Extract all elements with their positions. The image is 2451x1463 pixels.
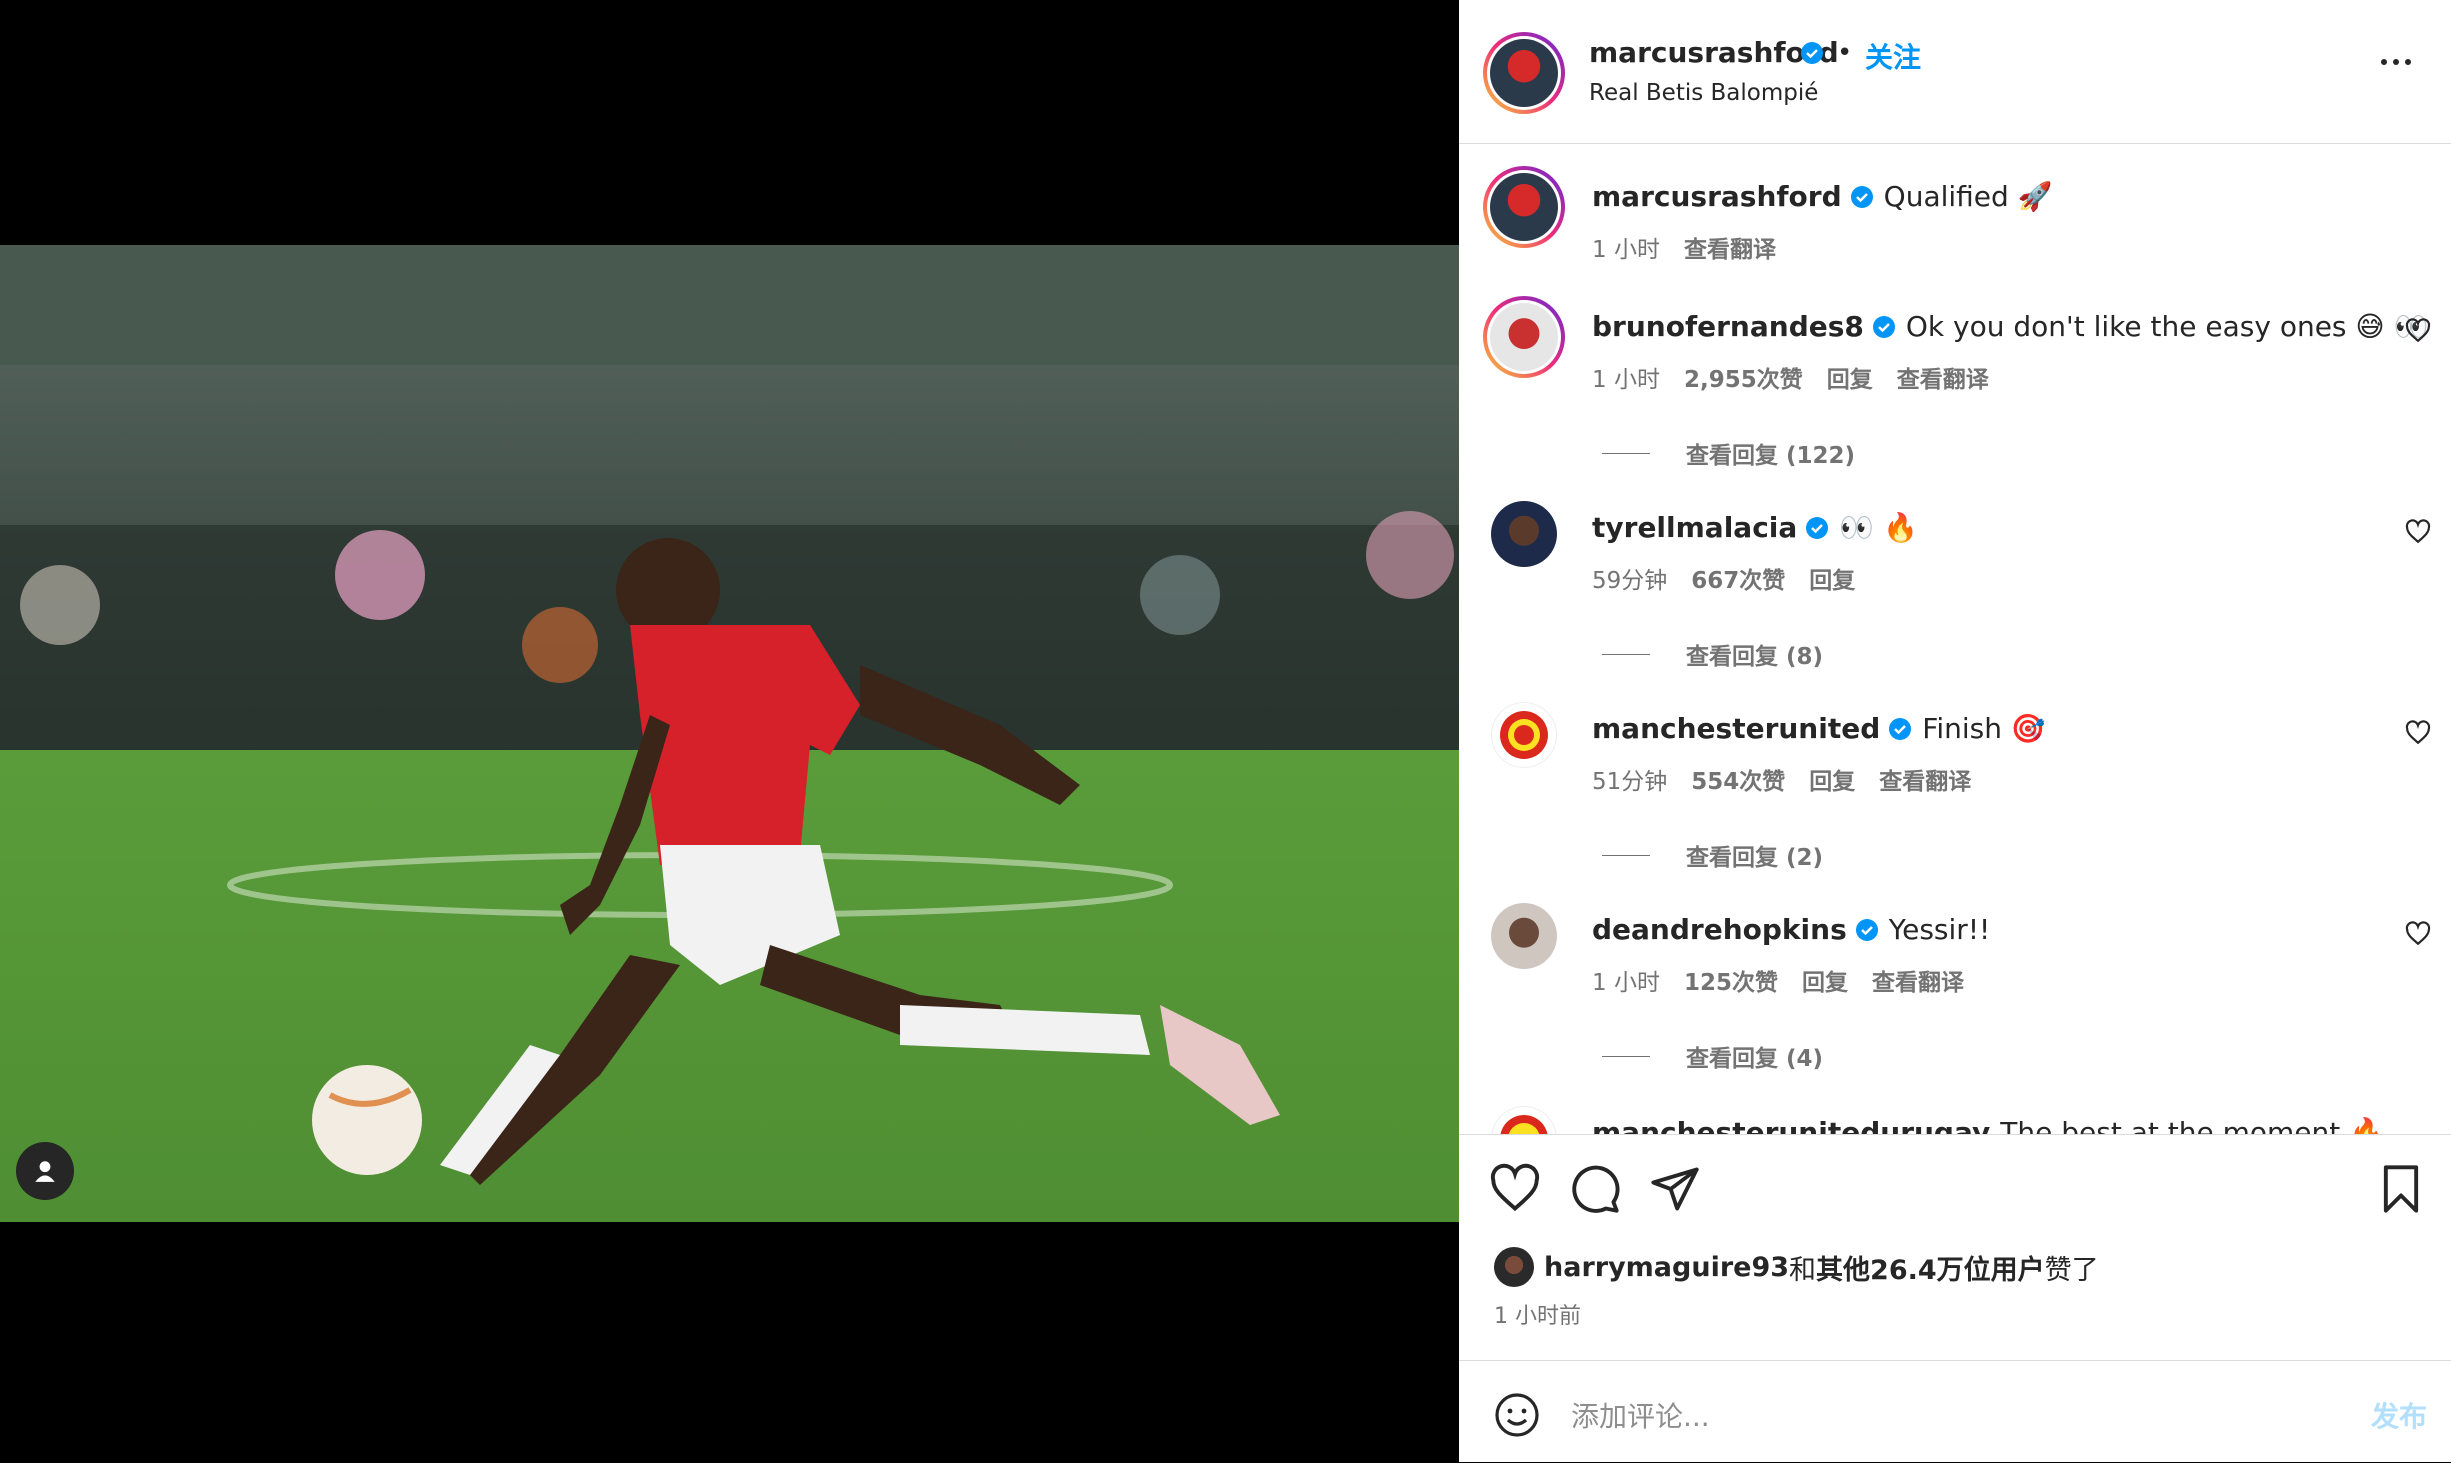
comment-likes[interactable]: 2,955次赞 [1684,367,1803,393]
reply-button[interactable]: 回复 [1802,970,1848,996]
share-send-icon[interactable] [1649,1163,1701,1215]
comments-list[interactable]: marcusrashford Qualified 🚀 1 小时 查看翻译 bruno… [1459,144,2451,1134]
comment-avatar[interactable] [1491,702,1557,768]
like-heart-icon[interactable] [1489,1163,1541,1215]
liker-username[interactable]: harrymaguire93 [1544,1252,1789,1283]
comment-username[interactable]: manchesterunitedurugay [1592,1116,1990,1134]
follow-button[interactable]: 关注 [1865,36,1921,76]
comment-username[interactable]: manchesterunited [1592,712,1880,745]
comment-likes[interactable]: 667次赞 [1691,568,1785,594]
reply-button[interactable]: 回复 [1809,568,1855,594]
more-dot-icon [2381,59,2387,65]
author-avatar[interactable] [1483,32,1565,114]
verified-icon [1850,186,1873,208]
like-comment-heart-icon[interactable] [2405,921,2431,947]
club-crest-icon [1500,1115,1548,1134]
verified-icon [1889,718,1912,740]
translate-link[interactable]: 查看翻译 [1879,769,1971,795]
like-comment-heart-icon[interactable] [2405,519,2431,545]
comment-text: Yessir!! [1888,913,1991,946]
comment-input[interactable]: 添加评论... [1571,1395,1710,1435]
emoji-icon[interactable] [1493,1391,1541,1439]
post-panel: marcusrashford • 关注 Real Betis Balompié … [1459,0,2451,1462]
post-header: marcusrashford • 关注 Real Betis Balompié [1459,0,2451,144]
club-crest-icon [1500,711,1548,759]
verified-icon [1801,42,1823,64]
save-bookmark-icon[interactable] [2375,1163,2427,1215]
caption-translate-link[interactable]: 查看翻译 [1684,237,1776,263]
tag-user-button[interactable] [16,1142,74,1200]
liker-avatar [1494,1247,1534,1287]
post-location[interactable]: Real Betis Balompié [1589,80,1818,106]
caption-username[interactable]: marcusrashford [1592,180,1842,213]
add-comment-bar: 添加评论... 发布 [1459,1360,2451,1463]
caption-avatar[interactable] [1483,166,1565,248]
like-comment-heart-icon[interactable] [2405,318,2431,344]
verified-icon [1806,517,1829,539]
comment-likes[interactable]: 125次赞 [1684,970,1778,996]
likes-others[interactable]: 其他26.4万位用户 [1816,1248,2045,1287]
separator-dot: • [1837,38,1853,68]
caption-text: Qualified 🚀 [1883,180,2053,213]
comment-text: The best at the moment 🔥 [2000,1116,2384,1134]
comment-text: Finish 🎯 [1922,712,2046,745]
post-comment-button[interactable]: 发布 [2371,1395,2427,1435]
more-options-button[interactable] [2381,52,2421,72]
comment-likes[interactable]: 554次赞 [1691,769,1785,795]
comment-avatar[interactable] [1483,296,1565,378]
comment-text: Ok you don't like the easy ones 😅 👀 [1905,310,2429,343]
comment-text: 👀 🔥 [1839,511,1918,544]
comment-avatar[interactable] [1491,1106,1557,1134]
comment-avatar[interactable] [1491,501,1557,567]
verified-icon [1872,316,1895,338]
comment-bubble-icon[interactable] [1569,1163,1621,1215]
caption-time[interactable]: 1 小时 [1592,237,1660,263]
post-photo[interactable] [0,245,1459,1222]
comment-avatar[interactable] [1491,903,1557,969]
comment-username[interactable]: tyrellmalacia [1592,511,1797,544]
comment-username[interactable]: deandrehopkins [1592,913,1847,946]
user-icon [35,1161,55,1182]
comment-time[interactable]: 51分钟 [1592,769,1667,795]
translate-link[interactable]: 查看翻译 [1872,970,1964,996]
translate-link[interactable]: 查看翻译 [1897,367,1989,393]
likes-summary[interactable]: harrymaguire93 和其他26.4万位用户 赞了 [1494,1247,2099,1287]
comment-time[interactable]: 1 小时 [1592,970,1660,996]
post-timestamp[interactable]: 1 小时前 [1494,1298,1581,1330]
view-replies-button[interactable]: 查看回复 (122) [1602,436,1855,470]
comment-username[interactable]: brunofernandes8 [1592,310,1864,343]
view-replies-button[interactable]: 查看回复 (4) [1602,1039,1823,1073]
verified-icon [1855,919,1878,941]
view-replies-button[interactable]: 查看回复 (2) [1602,838,1823,872]
reply-button[interactable]: 回复 [1827,367,1873,393]
post-media [0,0,1459,1462]
comment-time[interactable]: 1 小时 [1592,367,1660,393]
comment-time[interactable]: 59分钟 [1592,568,1667,594]
like-comment-heart-icon[interactable] [2405,720,2431,746]
reply-button[interactable]: 回复 [1809,769,1855,795]
view-replies-button[interactable]: 查看回复 (8) [1602,637,1823,671]
